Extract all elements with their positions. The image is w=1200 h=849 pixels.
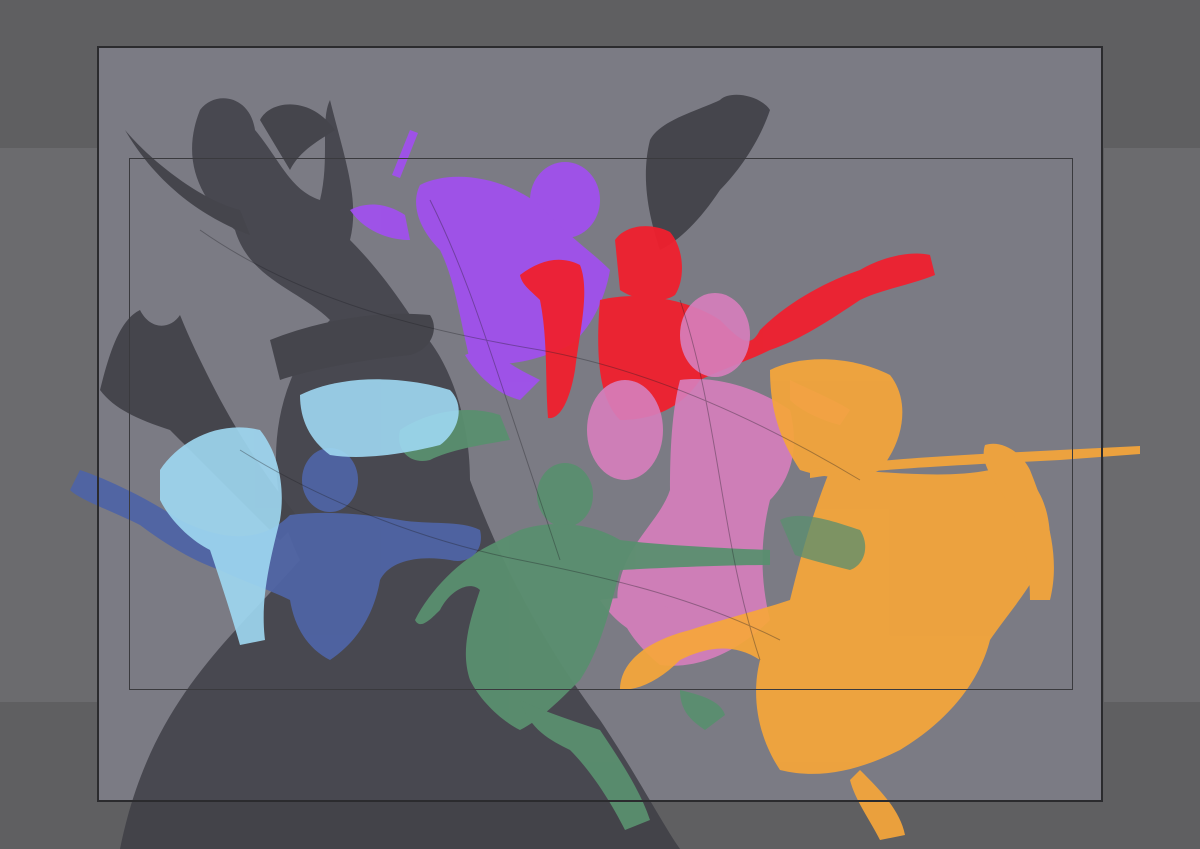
safe-area-frame [129, 158, 1073, 690]
sketch-canvas [0, 0, 1200, 849]
